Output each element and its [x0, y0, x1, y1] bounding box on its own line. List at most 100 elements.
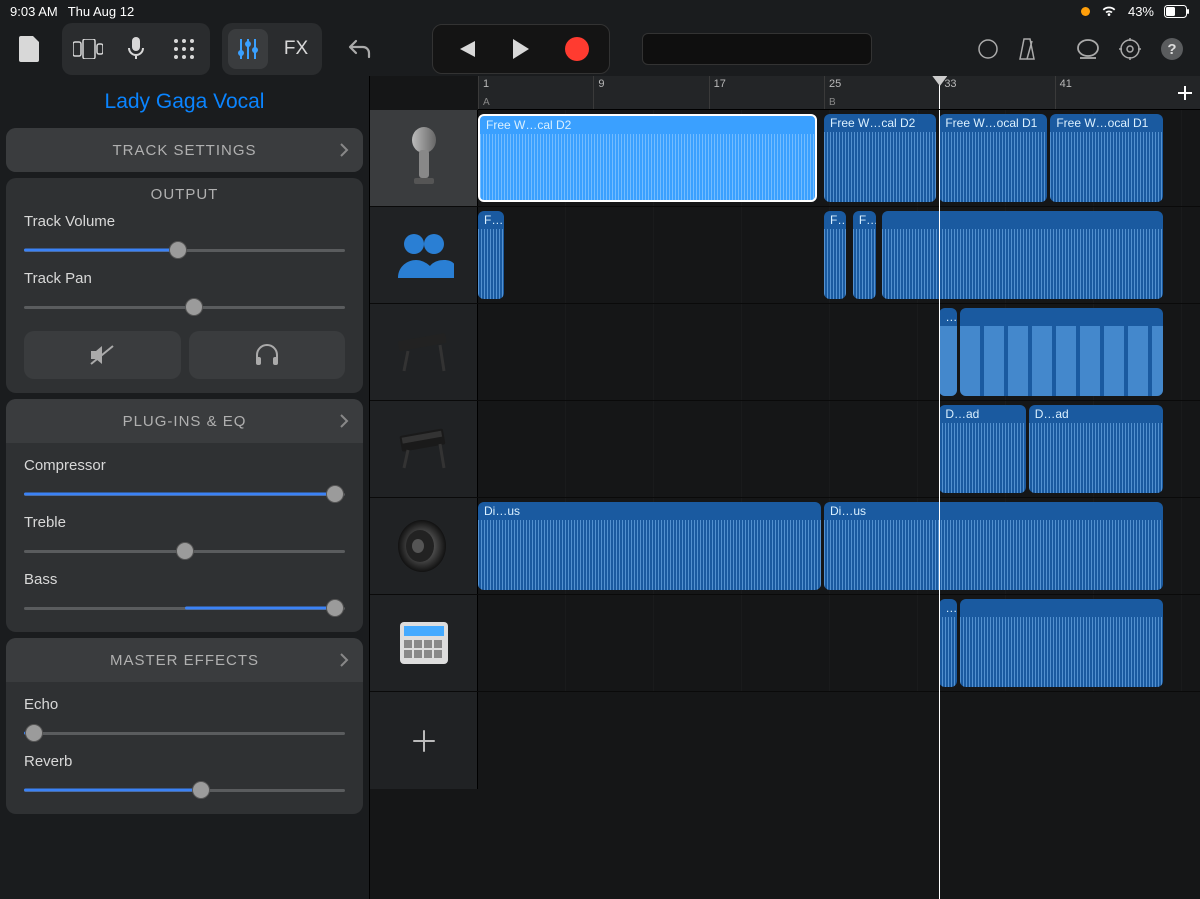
compressor-label: Compressor — [24, 457, 345, 474]
region-label — [960, 308, 1163, 310]
chevron-right-icon — [339, 142, 349, 158]
audio-region[interactable]: … — [939, 308, 956, 396]
svg-text:?: ? — [1167, 41, 1176, 58]
track-lane[interactable]: … — [478, 304, 1200, 400]
battery-percent: 43% — [1128, 4, 1154, 19]
audio-region[interactable]: Fr…s I — [478, 211, 504, 299]
track-header[interactable] — [370, 401, 478, 497]
play-button[interactable] — [493, 29, 549, 69]
plugins-header[interactable]: PLUG-INS & EQ — [6, 399, 363, 443]
output-label: OUTPUT — [6, 178, 363, 207]
audio-region[interactable]: Fr…s I — [853, 211, 876, 299]
add-track-button[interactable] — [370, 692, 478, 789]
audio-region[interactable]: F…I — [824, 211, 846, 299]
master-volume-icon[interactable] — [978, 39, 998, 59]
region-label: Fr…s I — [478, 211, 504, 227]
track-row[interactable]: Di…usDi…us — [370, 498, 1200, 595]
region-label: … — [939, 599, 956, 615]
region-label: Free W…cal D2 — [480, 116, 815, 132]
track-lanes: Free W…cal D2Free W…cal D2Free W…ocal D1… — [370, 110, 1200, 899]
audio-region[interactable]: … — [939, 599, 956, 687]
undo-button[interactable] — [340, 29, 380, 69]
master-effects-header[interactable]: MASTER EFFECTS — [6, 638, 363, 682]
ios-status-bar: 9:03 AM Thu Aug 12 43% — [0, 0, 1200, 22]
track-header[interactable] — [370, 110, 478, 206]
status-date: Thu Aug 12 — [68, 4, 135, 19]
audio-region[interactable]: Di…us — [824, 502, 1163, 590]
track-pan-label: Track Pan — [24, 270, 345, 287]
track-pan-slider[interactable] — [24, 297, 345, 317]
right-toolbar: ? — [978, 37, 1190, 61]
track-volume-label: Track Volume — [24, 213, 345, 230]
track-header[interactable] — [370, 498, 478, 594]
audio-region[interactable]: Free W…cal D2 — [478, 114, 817, 202]
track-row[interactable]: Fr…s I F…I Fr…s I — [370, 207, 1200, 304]
compressor-slider[interactable] — [24, 484, 345, 504]
echo-slider[interactable] — [24, 723, 345, 743]
audio-region[interactable]: D…ad — [939, 405, 1026, 493]
audio-region[interactable]: Free W…ocal D1 — [939, 114, 1047, 202]
audio-region[interactable]: D…ad — [1029, 405, 1163, 493]
playhead[interactable] — [939, 110, 940, 899]
output-section: OUTPUT Track Volume Track Pan — [6, 178, 363, 393]
help-button[interactable]: ? — [1160, 37, 1184, 61]
settings-button[interactable] — [1118, 37, 1142, 61]
app-toolbar: FX ? — [0, 22, 1200, 76]
audio-region[interactable] — [882, 211, 1163, 299]
solo-headphones-button[interactable] — [189, 331, 346, 379]
region-label: Free W…ocal D1 — [1050, 114, 1162, 130]
loop-browser-button[interactable] — [1076, 38, 1100, 60]
track-lane[interactable]: Di…usDi…us — [478, 498, 1200, 594]
track-row[interactable]: … — [370, 595, 1200, 692]
go-to-start-button[interactable] — [437, 29, 493, 69]
mic-input-button[interactable] — [116, 29, 156, 69]
track-lane[interactable]: D…adD…ad — [478, 401, 1200, 497]
selected-track-name: Lady Gaga Vocal — [0, 76, 369, 128]
track-controls-button[interactable] — [228, 29, 268, 69]
mute-button[interactable] — [24, 331, 181, 379]
track-lane[interactable]: … — [478, 595, 1200, 691]
record-button[interactable] — [549, 29, 605, 69]
track-settings-label: TRACK SETTINGS — [112, 142, 256, 159]
audio-region[interactable]: Free W…cal D2 — [824, 114, 936, 202]
plugins-section: PLUG-INS & EQ Compressor Treble Bass — [6, 399, 363, 632]
grid-view-button[interactable] — [164, 29, 204, 69]
track-row[interactable]: D…adD…ad — [370, 401, 1200, 498]
bass-slider[interactable] — [24, 598, 345, 618]
my-songs-button[interactable] — [10, 29, 50, 69]
audio-region[interactable] — [960, 599, 1163, 687]
fx-button[interactable]: FX — [276, 29, 316, 69]
plugins-label: PLUG-INS & EQ — [123, 413, 247, 430]
region-label: Di…us — [824, 502, 1163, 518]
audio-region[interactable] — [960, 308, 1163, 396]
drum-icon — [396, 618, 452, 668]
chevron-right-icon — [339, 652, 349, 668]
track-row[interactable]: Free W…cal D2Free W…cal D2Free W…ocal D1… — [370, 110, 1200, 207]
metronome-icon[interactable] — [1016, 37, 1038, 61]
track-header[interactable] — [370, 595, 478, 691]
treble-slider[interactable] — [24, 541, 345, 561]
track-lane[interactable]: Fr…s I F…I Fr…s I — [478, 207, 1200, 303]
reverb-slider[interactable] — [24, 780, 345, 800]
track-header[interactable] — [370, 207, 478, 303]
track-volume-slider[interactable] — [24, 240, 345, 260]
mic-icon — [402, 126, 446, 190]
view-group — [62, 23, 210, 75]
browser-view-button[interactable] — [68, 29, 108, 69]
audio-region[interactable]: Free W…ocal D1 — [1050, 114, 1162, 202]
region-label — [882, 211, 1163, 213]
bass-label: Bass — [24, 571, 345, 588]
reverb-label: Reverb — [24, 753, 345, 770]
track-header[interactable] — [370, 304, 478, 400]
region-label: D…ad — [1029, 405, 1163, 421]
timeline-ruler[interactable]: 1A91725B3341 — [478, 76, 1200, 110]
region-label: Fr…s I — [853, 211, 876, 227]
audio-region[interactable]: Di…us — [478, 502, 821, 590]
track-settings-section[interactable]: TRACK SETTINGS — [6, 128, 363, 172]
track-lane[interactable]: Free W…cal D2Free W…cal D2Free W…ocal D1… — [478, 110, 1200, 206]
lcd-display[interactable] — [642, 33, 872, 65]
master-effects-section: MASTER EFFECTS Echo Reverb — [6, 638, 363, 814]
region-label — [960, 599, 1163, 601]
add-section-button[interactable] — [1170, 76, 1200, 109]
track-row[interactable]: … — [370, 304, 1200, 401]
